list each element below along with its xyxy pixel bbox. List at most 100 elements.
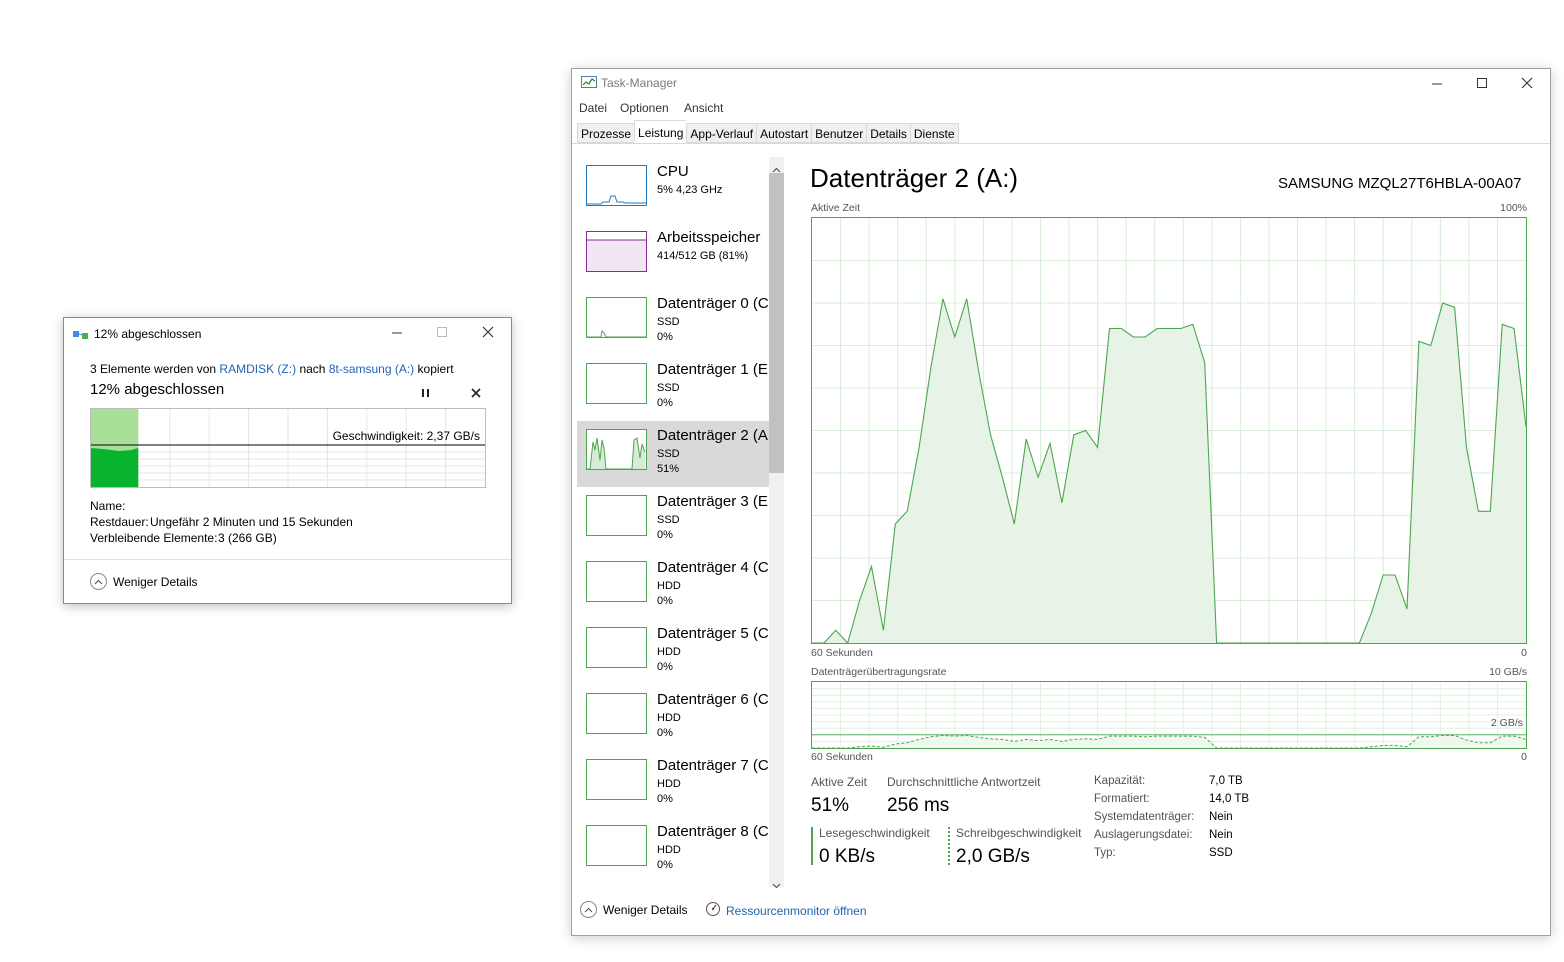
remaining-items-value: 3 (266 GB)	[218, 531, 277, 545]
maximize-icon	[1476, 77, 1487, 88]
sidebar-item-4[interactable]: Datenträger 2 (A SSD 51%	[577, 421, 769, 487]
minimize-button[interactable]	[1422, 71, 1452, 95]
sidebar-item-3[interactable]: Datenträger 1 (E SSD 0%	[577, 355, 769, 421]
sidebar-item-detail: SSD 0%	[657, 381, 680, 411]
prop-pagefile-value: Nein	[1209, 829, 1233, 841]
sidebar-item-sub2: 0%	[657, 397, 673, 409]
tab-users[interactable]: Benutzer	[811, 123, 867, 143]
prop-type-value: SSD	[1209, 847, 1233, 859]
active-time-value: 51%	[811, 795, 850, 816]
copy-line-suffix: kopiert	[417, 362, 454, 376]
maximize-button[interactable]	[1467, 71, 1497, 95]
write-speed-label: Schreibgeschwindigkeit	[956, 826, 1082, 840]
scroll-up-arrow[interactable]	[772, 160, 781, 178]
sidebar-item-sub1: HDD	[657, 646, 681, 658]
sidebar-thumbnail	[586, 693, 647, 734]
copy-progress-dialog: 12% abgeschlossen 3 Elemente werden von …	[63, 317, 512, 604]
close-button[interactable]	[473, 320, 503, 344]
sidebar-item-detail: HDD 0%	[657, 711, 681, 741]
tab-app-history[interactable]: App-Verlauf	[686, 123, 757, 143]
sidebar-thumbnail	[586, 495, 647, 536]
source-link[interactable]: RAMDISK (Z:)	[219, 362, 296, 376]
scroll-down-arrow[interactable]	[772, 876, 781, 894]
read-speed-label: Lesegeschwindigkeit	[819, 826, 930, 840]
prop-formatted-value: 14,0 TB	[1209, 793, 1250, 805]
avg-response-value: 256 ms	[887, 795, 950, 816]
read-speed-value: 0 KB/s	[819, 846, 875, 867]
minimize-button[interactable]	[382, 320, 412, 344]
sidebar-item-detail: SSD 0%	[657, 513, 680, 543]
graph1-label: Aktive Zeit	[811, 202, 861, 214]
resource-monitor-link[interactable]: Ressourcenmonitor öffnen	[705, 901, 867, 920]
sidebar-item-9[interactable]: Datenträger 7 (C HDD 0%	[577, 751, 769, 817]
sidebar-item-1[interactable]: Arbeitsspeicher 414/512 GB (81%)	[577, 223, 769, 289]
graph1-min: 0	[1521, 647, 1527, 659]
avg-response-label: Durchschnittliche Antwortzeit	[887, 775, 1041, 789]
menu-datei[interactable]: Datei	[579, 101, 607, 115]
sidebar-scroll-thumb[interactable]	[769, 173, 784, 473]
prop-pagefile-label: Auslagerungsdatei:	[1094, 829, 1193, 841]
sidebar-item-sub1: 414/512 GB (81%)	[657, 250, 749, 262]
sidebar-item-sub1: SSD	[657, 448, 680, 460]
tab-processes[interactable]: Prozesse	[577, 123, 635, 143]
prop-system-disk-value: Nein	[1209, 811, 1233, 823]
task-manager-window: Task-Manager Datei Optionen Ansicht Proz…	[571, 68, 1551, 936]
prop-system-disk-label: Systemdatenträger:	[1094, 811, 1195, 823]
resource-monitor-icon	[705, 901, 721, 920]
less-details-button[interactable]: Weniger Details	[90, 573, 197, 590]
sidebar-item-2[interactable]: Datenträger 0 (C SSD 0%	[577, 289, 769, 355]
sidebar-thumbnail	[586, 231, 647, 272]
tab-divider	[572, 143, 1550, 144]
maximize-icon	[436, 326, 447, 337]
chevron-up-icon	[772, 167, 781, 173]
disk-model: SAMSUNG MZQL27T6HBLA-00A07	[1278, 175, 1522, 192]
sidebar-item-name: Datenträger 8 (C	[657, 823, 769, 840]
prop-capacity-value: 7,0 TB	[1209, 775, 1243, 787]
sidebar-item-name: Arbeitsspeicher	[657, 229, 761, 246]
sidebar-item-sub2: 0%	[657, 727, 673, 739]
cancel-copy-button[interactable]	[471, 385, 481, 403]
sidebar-item-name: Datenträger 5 (C	[657, 625, 769, 642]
sidebar-item-sub2: 0%	[657, 595, 673, 607]
name-label: Name:	[90, 499, 126, 513]
menu-ansicht[interactable]: Ansicht	[684, 101, 723, 115]
sidebar-item-sub2: 51%	[657, 463, 680, 475]
tab-startup[interactable]: Autostart	[756, 123, 812, 143]
chevron-up-icon	[580, 901, 597, 918]
destination-link[interactable]: 8t-samsung (A:)	[329, 362, 414, 376]
sidebar-item-5[interactable]: Datenträger 3 (E SSD 0%	[577, 487, 769, 553]
sidebar-thumbnail	[586, 627, 647, 668]
tab-performance[interactable]: Leistung	[634, 120, 687, 142]
sidebar-item-7[interactable]: Datenträger 5 (C HDD 0%	[577, 619, 769, 685]
sidebar-item-10[interactable]: Datenträger 8 (C HDD 0%	[577, 817, 769, 883]
copy-speed-graph: Geschwindigkeit: 2,37 GB/s	[90, 408, 486, 488]
pause-button[interactable]	[421, 385, 431, 403]
sidebar-item-sub2: 0%	[657, 331, 673, 343]
speed-label: Geschwindigkeit: 2,37 GB/s	[332, 429, 480, 443]
sidebar-item-detail: 5% 4,23 GHz	[657, 183, 722, 198]
sidebar-item-0[interactable]: CPU 5% 4,23 GHz	[577, 157, 769, 223]
sidebar-item-6[interactable]: Datenträger 4 (C HDD 0%	[577, 553, 769, 619]
sidebar-item-detail: HDD 0%	[657, 777, 681, 807]
sidebar-thumbnail	[586, 429, 647, 470]
sidebar-thumbnail	[586, 759, 647, 800]
sidebar-item-11[interactable]: Datenträger 9 (C	[577, 883, 769, 887]
graph1-time: 60 Sekunden	[811, 647, 873, 659]
write-speed-value: 2,0 GB/s	[956, 846, 1030, 867]
tab-details[interactable]: Details	[866, 123, 910, 143]
sidebar-item-sub2: 0%	[657, 529, 673, 541]
menu-optionen[interactable]: Optionen	[620, 101, 669, 115]
sidebar-item-detail: 414/512 GB (81%)	[657, 249, 748, 264]
sidebar-item-8[interactable]: Datenträger 6 (C HDD 0%	[577, 685, 769, 751]
sidebar-item-sub2: 0%	[657, 793, 673, 805]
tab-services[interactable]: Dienste	[909, 123, 959, 143]
maximize-button[interactable]	[427, 320, 457, 344]
sidebar-item-name: Datenträger 1 (E	[657, 361, 768, 378]
progress-text: 12% abgeschlossen	[90, 381, 225, 398]
remaining-items-label: Verbleibende Elemente:	[90, 531, 218, 545]
copy-line-prefix: 3 Elemente werden von	[90, 362, 217, 376]
performance-sidebar: CPU 5% 4,23 GHz Arbeitsspeicher 414/512 GB …	[577, 157, 769, 887]
close-button[interactable]	[1512, 71, 1542, 95]
write-indicator	[948, 827, 950, 865]
less-details-button[interactable]: Weniger Details	[580, 901, 687, 918]
